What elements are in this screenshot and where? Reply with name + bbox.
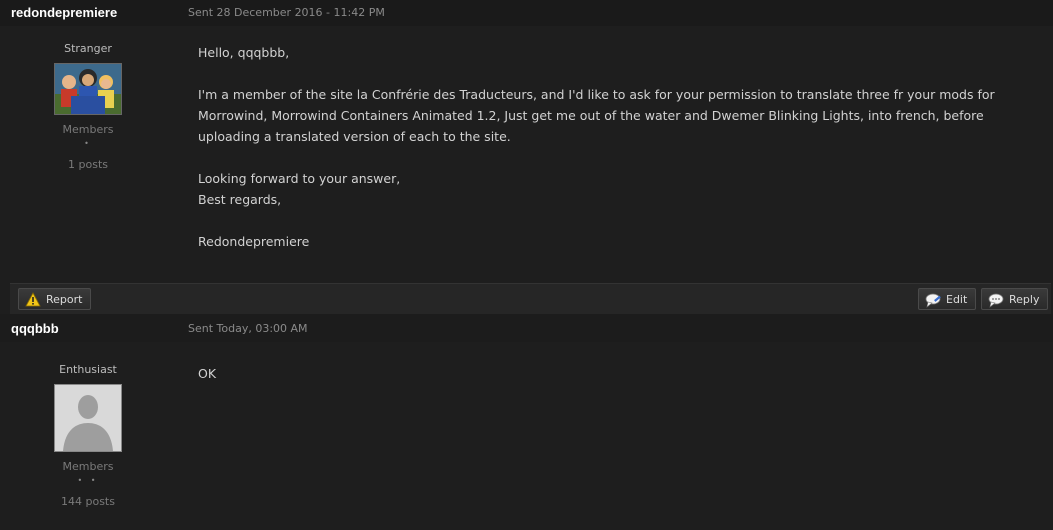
reputation-pips: • •	[77, 476, 99, 485]
member-group: Members	[62, 460, 114, 473]
post-paragraph: OK	[198, 366, 217, 381]
message-post: qqqbbb Sent Today, 03:00 AM Enthusiast M…	[0, 316, 1053, 530]
author-info: Stranger Members • 1 posts	[38, 42, 138, 171]
reply-label: Reply	[1009, 293, 1040, 306]
post-count: 1 posts	[68, 158, 108, 171]
author-info: Enthusiast Members • • 144 posts	[38, 363, 138, 508]
post-body: Hello, qqqbbb, I'm a member of the site …	[198, 42, 1028, 273]
sent-date: Sent 28 December 2016 - 11:42 PM	[188, 6, 385, 19]
member-title: Stranger	[64, 42, 112, 55]
author-name-link[interactable]: qqqbbb	[11, 321, 59, 336]
avatar[interactable]	[54, 384, 122, 452]
report-button[interactable]: Report	[18, 288, 92, 310]
post-header: redondepremiere Sent 28 December 2016 - …	[0, 0, 1053, 26]
reply-bubble-icon	[988, 292, 1004, 308]
edit-label: Edit	[946, 293, 968, 306]
reply-button[interactable]: Reply	[981, 288, 1049, 310]
edit-button[interactable]: Edit	[918, 288, 977, 310]
avatar[interactable]	[54, 63, 122, 115]
post-paragraph: Redondepremiere	[198, 234, 310, 249]
author-name-link[interactable]: redondepremiere	[11, 5, 117, 20]
post-body: OK	[198, 363, 1028, 405]
report-label: Report	[46, 293, 83, 306]
post-paragraph: Hello, qqqbbb,	[198, 45, 290, 60]
message-post: redondepremiere Sent 28 December 2016 - …	[0, 0, 1053, 314]
post-paragraph: I'm a member of the site la Confrérie de…	[198, 87, 995, 144]
post-header: qqqbbb Sent Today, 03:00 AM	[0, 316, 1053, 342]
post-count: 144 posts	[61, 495, 115, 508]
sent-date: Sent Today, 03:00 AM	[188, 322, 308, 335]
edit-bubble-icon	[925, 292, 941, 308]
warning-icon	[25, 292, 41, 308]
post-paragraph: Best regards,	[198, 192, 282, 207]
post-action-bar: Report Edit Reply	[10, 283, 1051, 314]
member-group: Members	[62, 123, 114, 136]
reputation-pips: •	[84, 139, 92, 148]
member-title: Enthusiast	[59, 363, 117, 376]
post-paragraph: Looking forward to your answer,	[198, 171, 401, 186]
